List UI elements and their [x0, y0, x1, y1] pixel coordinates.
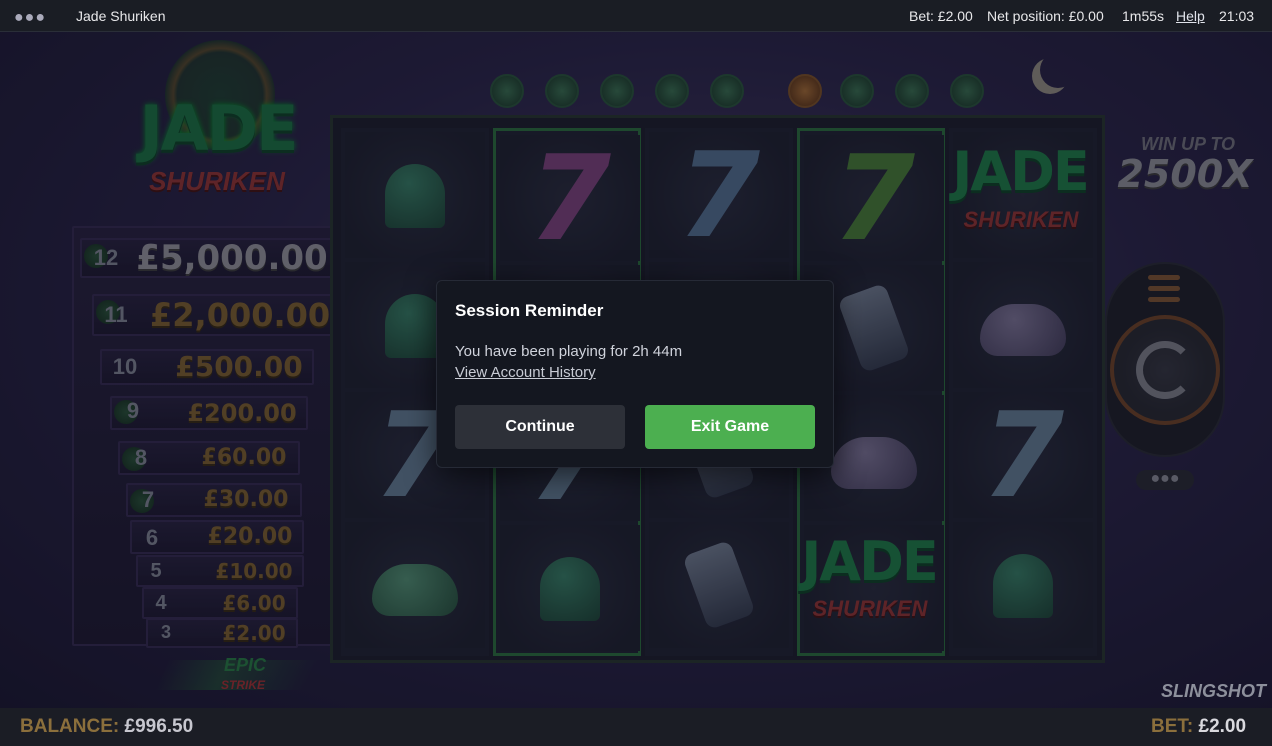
- modal-message: You have been playing for 2h 44m: [455, 343, 683, 360]
- bet-label: BET:: [1151, 716, 1194, 737]
- top-bar: ●●● Jade Shuriken Bet: £2.00 Net positio…: [0, 0, 1272, 32]
- continue-button[interactable]: Continue: [455, 405, 625, 449]
- bottom-bar: BALANCE: £996.50 BET: £2.00: [0, 708, 1272, 746]
- net-position: Net position: £0.00: [987, 8, 1104, 24]
- bet-bottom-display: BET: £2.00: [1151, 716, 1246, 738]
- slingshot-logo: SLINGSHOT: [1161, 681, 1267, 701]
- ellipsis-icon[interactable]: ●●●: [14, 9, 46, 27]
- bet-value: £2.00: [1198, 716, 1247, 737]
- game-title: Jade Shuriken: [76, 8, 166, 24]
- balance-value: £996.50: [124, 716, 194, 737]
- balance-display: BALANCE: £996.50: [20, 716, 193, 738]
- session-timer: 1m55s: [1122, 8, 1165, 24]
- session-reminder-modal: Session Reminder You have been playing f…: [436, 280, 834, 468]
- clock: 21:03: [1219, 8, 1255, 24]
- exit-game-button[interactable]: Exit Game: [645, 405, 815, 449]
- view-account-history-link[interactable]: View Account History: [455, 364, 596, 381]
- modal-title: Session Reminder: [455, 301, 604, 320]
- balance-label: BALANCE:: [20, 716, 120, 737]
- help-link[interactable]: Help: [1176, 8, 1205, 24]
- bet-display: Bet: £2.00: [909, 8, 973, 24]
